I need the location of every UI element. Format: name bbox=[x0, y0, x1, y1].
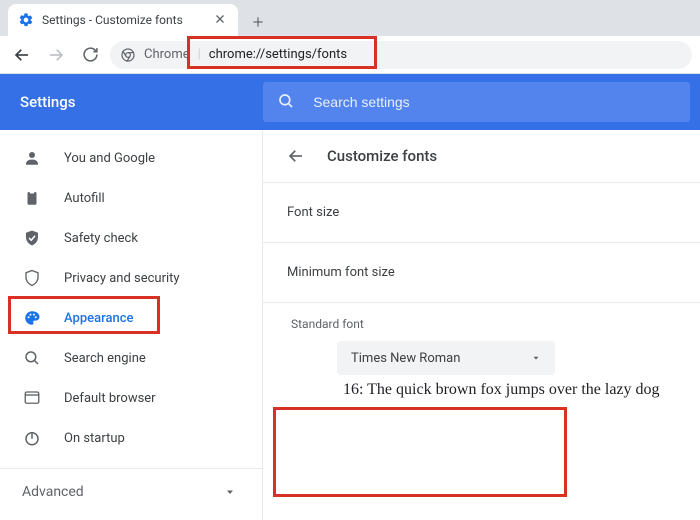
gear-icon bbox=[18, 12, 34, 28]
shield-icon bbox=[22, 268, 42, 288]
clipboard-icon bbox=[22, 188, 42, 208]
sidebar-item-label: Safety check bbox=[64, 231, 138, 246]
sidebar-item-label: On startup bbox=[64, 431, 125, 446]
reload-button[interactable] bbox=[76, 41, 104, 69]
sidebar-advanced[interactable]: Advanced bbox=[0, 468, 262, 514]
sidebar-item-appearance[interactable]: Appearance bbox=[0, 298, 262, 338]
back-button[interactable] bbox=[8, 41, 36, 69]
settings-title: Settings bbox=[0, 93, 263, 111]
close-icon[interactable] bbox=[214, 13, 228, 27]
advanced-label: Advanced bbox=[22, 484, 84, 500]
page-header: Customize fonts bbox=[263, 130, 700, 182]
standard-font-label: Standard font bbox=[287, 317, 676, 331]
sidebar-item-on-startup[interactable]: On startup bbox=[0, 418, 262, 458]
font-size-row[interactable]: Font size bbox=[263, 182, 700, 242]
font-sample: 16: The quick brown fox jumps over the l… bbox=[287, 375, 676, 399]
tab-title: Settings - Customize fonts bbox=[42, 13, 214, 27]
sidebar-item-search-engine[interactable]: Search engine bbox=[0, 338, 262, 378]
chrome-icon bbox=[120, 47, 136, 63]
forward-button[interactable] bbox=[42, 41, 70, 69]
standard-font-row: Standard font Times New Roman 16: The qu… bbox=[263, 302, 700, 407]
standard-font-select[interactable]: Times New Roman bbox=[337, 341, 555, 375]
sidebar-item-you-and-google[interactable]: You and Google bbox=[0, 138, 262, 178]
search-icon bbox=[277, 92, 295, 112]
palette-icon bbox=[22, 308, 42, 328]
search-settings[interactable] bbox=[263, 82, 690, 122]
sidebar-item-label: Appearance bbox=[64, 311, 133, 326]
sidebar-item-label: Autofill bbox=[64, 191, 105, 206]
chevron-down-icon bbox=[224, 486, 236, 498]
new-tab-button[interactable] bbox=[244, 8, 272, 36]
min-font-size-label: Minimum font size bbox=[287, 265, 395, 280]
chevron-down-icon bbox=[531, 353, 541, 363]
min-font-size-row[interactable]: Minimum font size bbox=[263, 242, 700, 302]
sidebar-item-label: You and Google bbox=[64, 151, 155, 166]
font-size-label: Font size bbox=[287, 205, 339, 220]
omnibox-scheme: Chrome bbox=[144, 47, 190, 62]
omnibox-url: chrome://settings/fonts bbox=[209, 47, 347, 62]
browser-tab[interactable]: Settings - Customize fonts bbox=[8, 4, 238, 36]
search-input[interactable] bbox=[313, 94, 676, 110]
standard-font-value: Times New Roman bbox=[351, 351, 460, 366]
power-icon bbox=[22, 428, 42, 448]
sidebar-item-label: Search engine bbox=[64, 351, 146, 366]
back-icon[interactable] bbox=[287, 147, 305, 165]
shield-check-icon bbox=[22, 228, 42, 248]
browser-toolbar: Chrome | chrome://settings/fonts bbox=[0, 36, 700, 74]
sidebar-item-label: Privacy and security bbox=[64, 271, 180, 286]
settings-sidebar: You and Google Autofill Safety check Pri… bbox=[0, 130, 263, 520]
sidebar-item-label: Default browser bbox=[64, 391, 156, 406]
page-title: Customize fonts bbox=[327, 147, 437, 165]
settings-header: Settings bbox=[0, 74, 700, 130]
tab-strip: Settings - Customize fonts bbox=[0, 0, 700, 36]
browser-icon bbox=[22, 388, 42, 408]
annotation-box bbox=[273, 407, 567, 497]
sidebar-item-privacy[interactable]: Privacy and security bbox=[0, 258, 262, 298]
settings-main: Customize fonts Font size Minimum font s… bbox=[263, 130, 700, 520]
sidebar-item-default-browser[interactable]: Default browser bbox=[0, 378, 262, 418]
address-bar[interactable]: Chrome | chrome://settings/fonts bbox=[110, 41, 692, 69]
search-icon bbox=[22, 348, 42, 368]
sidebar-item-autofill[interactable]: Autofill bbox=[0, 178, 262, 218]
person-icon bbox=[22, 148, 42, 168]
sidebar-item-safety-check[interactable]: Safety check bbox=[0, 218, 262, 258]
